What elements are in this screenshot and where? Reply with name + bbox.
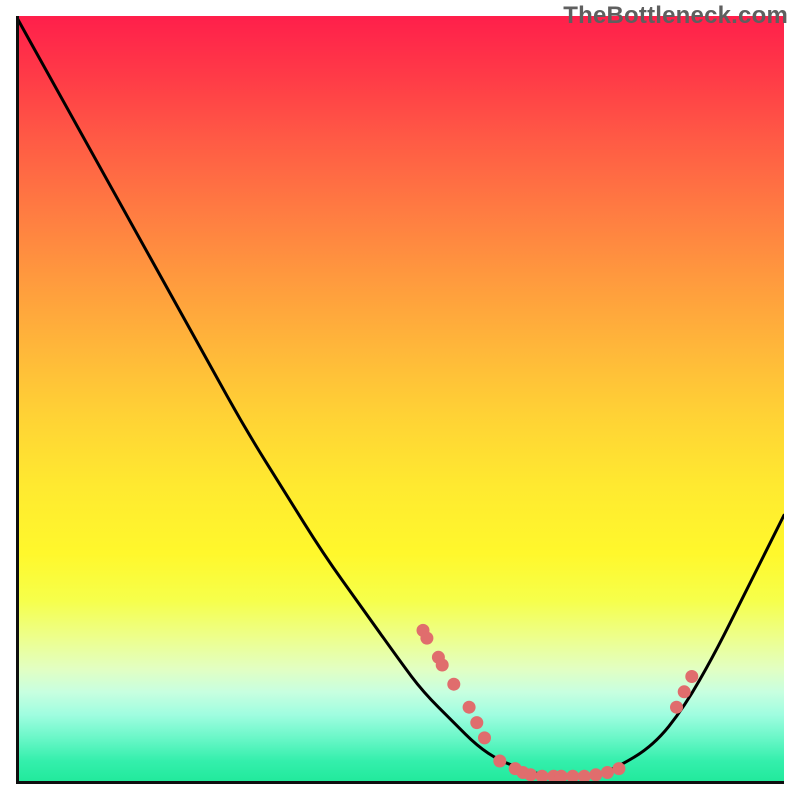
- watermark-text: TheBottleneck.com: [563, 2, 788, 30]
- chart-container: TheBottleneck.com: [0, 0, 800, 800]
- axes-frame: [16, 16, 784, 784]
